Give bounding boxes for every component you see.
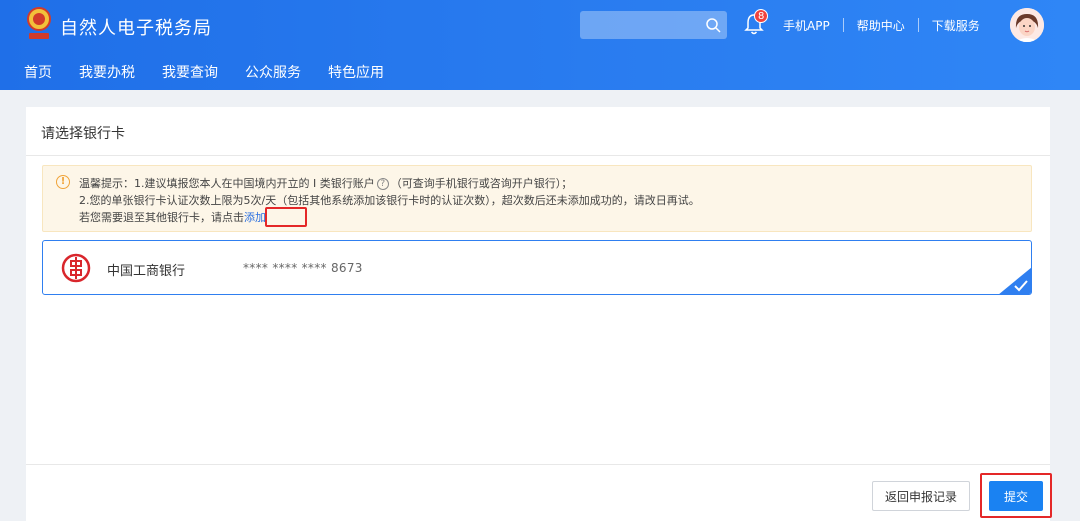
divider	[917, 18, 919, 32]
search-input[interactable]	[580, 11, 698, 39]
icbc-logo-icon	[61, 253, 91, 283]
search-icon[interactable]	[705, 17, 721, 33]
avatar[interactable]	[1010, 8, 1044, 42]
mobile-app-link[interactable]: 手机APP	[783, 17, 830, 34]
submit-button[interactable]: 提交	[989, 481, 1043, 511]
nav-public-service[interactable]: 公众服务	[245, 62, 301, 82]
notice-box: ! 温馨提示：1.建议填报您本人在中国境内开立的 Ⅰ 类银行账户? （可查询手机银…	[42, 165, 1032, 232]
page-title: 请选择银行卡	[41, 126, 125, 142]
notice-line-3: 若您需要退至其他银行卡，请点击添加	[79, 209, 266, 225]
help-center-link[interactable]: 帮助中心	[857, 17, 905, 34]
divider	[26, 464, 1050, 465]
header: 自然人电子税务局 8 手机APP 帮助中心 下载服务 首页 我要办税 我要查询 …	[0, 0, 1080, 90]
notice-text: 若您需要退至其他银行卡，请点击	[79, 211, 244, 224]
highlight-box	[265, 207, 307, 227]
nav-home[interactable]: 首页	[24, 62, 52, 82]
bank-card-panel: 请选择银行卡 ! 温馨提示：1.建议填报您本人在中国境内开立的 Ⅰ 类银行账户?…	[26, 107, 1052, 521]
top-links: 手机APP 帮助中心 下载服务	[783, 16, 980, 34]
main-nav: 首页 我要办税 我要查询 公众服务 特色应用	[24, 62, 411, 82]
help-circle-icon[interactable]: ?	[376, 178, 389, 190]
warning-icon: !	[56, 175, 70, 189]
divider	[842, 18, 844, 32]
card-number: **** **** **** 8673	[243, 261, 363, 275]
notice-hint: （可查询手机银行或咨询开户银行）；	[390, 177, 573, 190]
nav-tax-filing[interactable]: 我要办税	[79, 62, 135, 82]
search-box[interactable]	[580, 11, 727, 39]
bank-card-option[interactable]: 中国工商银行 **** **** **** 8673	[42, 240, 1032, 295]
notice-line-1: 温馨提示：1.建议填报您本人在中国境内开立的 Ⅰ 类银行账户? （可查询手机银行或…	[79, 175, 572, 191]
nav-query[interactable]: 我要查询	[162, 62, 218, 82]
notice-line-2: 2.您的单张银行卡认证次数上限为5次/天（包括其他系统添加该银行卡时的认证次数）…	[79, 194, 700, 207]
nav-featured-apps[interactable]: 特色应用	[328, 62, 384, 82]
site-title: 自然人电子税务局	[60, 18, 212, 39]
bank-name: 中国工商银行	[107, 264, 186, 279]
checkmark-icon	[999, 267, 1031, 294]
add-card-link[interactable]: 添加	[244, 211, 266, 224]
avatar-icon	[1010, 8, 1044, 42]
download-service-link[interactable]: 下载服务	[932, 17, 980, 34]
emblem-icon	[27, 7, 51, 39]
notice-text: 温馨提示：1.建议填报您本人在中国境内开立的 Ⅰ 类银行账户	[79, 177, 375, 190]
back-to-records-button[interactable]: 返回申报记录	[872, 481, 970, 511]
divider	[26, 155, 1050, 156]
notification-badge: 8	[754, 9, 769, 23]
